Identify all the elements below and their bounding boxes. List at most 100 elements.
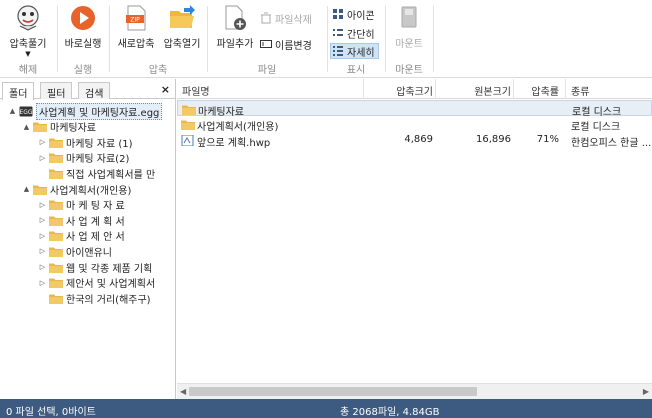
disk-icon [401, 6, 417, 28]
scrollbar-thumb[interactable] [189, 387, 477, 396]
group-label-archive: 압축 [148, 65, 168, 76]
folder-icon [49, 216, 63, 226]
rename-button[interactable]: 이름변경 [260, 36, 312, 52]
file-row[interactable]: 앞으로 계획.hwp 4,869 16,896 71% 한컴오피스 한글 ... [177, 132, 652, 149]
hwp-document-icon [181, 135, 194, 146]
add-file-button[interactable]: 파일추가 [212, 4, 258, 60]
group-file: 파일추가 파일삭제 이름변경 파일 [208, 0, 326, 78]
new-archive-button[interactable]: ZIP 새로압축 [114, 4, 158, 60]
column-header-ratio[interactable]: 압축률 [521, 83, 559, 98]
expanded-toggle-icon[interactable]: ▲ [22, 123, 31, 131]
tree-item-label: 마케팅 자료(2) [66, 154, 130, 166]
mount-label: 마운트 [395, 39, 423, 50]
view-details-button[interactable]: 자세히 [330, 43, 379, 59]
tree-item-label: 사 업 제 안 서 [66, 232, 125, 244]
tree-item[interactable]: ▷ 제안서 및 사업계획서 [38, 275, 155, 291]
folder-icon [33, 122, 47, 133]
delete-file-label: 파일삭제 [275, 14, 312, 26]
view-icons-button[interactable]: 아이콘 [332, 6, 375, 22]
tab-folder[interactable]: 폴더 [2, 82, 35, 100]
ribbon-toolbar: 압축풀기 ▼ 해제 바로실행 실행 ZIP 새로압축 압축열기 압축 파일추가 … [0, 0, 652, 78]
tree-item[interactable]: ▷ 마케팅 자료(2) [38, 150, 129, 166]
file-packed-size: 4,869 [404, 134, 433, 145]
column-divider[interactable] [435, 79, 436, 99]
column-divider[interactable] [565, 79, 566, 99]
folder-icon [182, 105, 196, 115]
file-list-header: 파일명 압축크기 원본크기 압축률 종류 [177, 79, 652, 99]
group-archive: ZIP 새로압축 압축열기 압축 [110, 0, 206, 78]
column-header-packed[interactable]: 압축크기 [389, 83, 433, 98]
folder-icon [49, 294, 63, 304]
rename-label: 이름변경 [275, 40, 312, 52]
collapsed-toggle-icon[interactable]: ▷ [38, 263, 47, 271]
collapsed-toggle-icon[interactable]: ▷ [38, 216, 47, 224]
column-header-original[interactable]: 원본크기 [465, 83, 511, 98]
status-total: 총 2068파일, 4.84GB [340, 407, 440, 418]
egg-archive-icon: EGG [19, 106, 33, 116]
tree-item[interactable]: 한국의 거리(해주구) [38, 290, 151, 306]
collapsed-toggle-icon[interactable]: ▷ [38, 201, 47, 209]
scroll-right-icon[interactable]: ▶ [643, 387, 649, 396]
open-archive-button[interactable]: 압축열기 [160, 4, 204, 60]
folder-icon [49, 247, 63, 257]
tree-item[interactable]: 직접 사업계획서를 만 [38, 165, 155, 181]
add-file-icon [225, 5, 246, 30]
tree-item[interactable]: ▷ 사 업 제 안 서 [38, 228, 125, 244]
file-ratio: 71% [536, 134, 559, 145]
run-button[interactable]: 바로실행 [60, 4, 106, 60]
expanded-toggle-icon[interactable]: ▲ [22, 185, 31, 193]
svg-text:EGG: EGG [19, 109, 32, 116]
tree-item-label: 직접 사업계획서를 만 [66, 169, 156, 181]
group-mount: 마운트 마운트 [386, 0, 432, 78]
tree-item[interactable]: ▷ 웹 및 각종 제품 기획 [38, 259, 152, 275]
tree-item[interactable]: ▷ 마케팅 자료 (1) [38, 134, 133, 150]
tab-search[interactable]: 검색 [78, 82, 111, 100]
collapsed-toggle-icon[interactable]: ▷ [38, 232, 47, 240]
folder-icon [49, 231, 63, 242]
list-icon [333, 29, 343, 36]
extract-button[interactable]: 압축풀기 ▼ [4, 4, 52, 60]
collapsed-toggle-icon[interactable]: ▷ [38, 279, 47, 287]
file-kind: 로컬 디스크 [571, 122, 621, 133]
tree-item[interactable]: ▲ 사업계획서(개인용) [22, 181, 131, 197]
tree-item[interactable]: ▷ 사 업 계 획 서 [38, 212, 125, 228]
details-icon [333, 46, 343, 56]
column-header-kind[interactable]: 종류 [571, 83, 589, 98]
file-row[interactable]: 사업계획서(개인용) 로컬 디스크 [177, 116, 652, 133]
tab-filter[interactable]: 필터 [40, 82, 73, 100]
collapsed-toggle-icon[interactable]: ▷ [38, 247, 47, 255]
view-list-label: 간단히 [347, 29, 375, 41]
scroll-left-icon[interactable]: ◀ [180, 387, 186, 396]
tree-item-label: 마케팅 자료 (1) [66, 138, 133, 150]
column-header-name[interactable]: 파일명 [182, 83, 210, 98]
tree-item[interactable]: ▲ 마케팅자료 [22, 119, 96, 135]
new-archive-label: 새로압축 [117, 39, 155, 50]
column-divider[interactable] [513, 79, 514, 99]
folder-icon [49, 200, 63, 211]
view-list-button[interactable]: 간단히 [332, 25, 375, 41]
file-row[interactable]: 마케팅자료 로컬 디스크 [177, 100, 652, 118]
tree-item[interactable]: ▷ 마 케 팅 자 료 [38, 197, 125, 213]
folder-icon [49, 278, 63, 289]
folder-icon [33, 185, 47, 195]
tree-item[interactable]: ▷ 아이앤유니 [38, 243, 112, 259]
column-divider[interactable] [363, 79, 364, 99]
tree-item-label: 아이앤유니 [66, 247, 112, 259]
delete-file-button[interactable]: 파일삭제 [260, 10, 312, 26]
tree-item-label: 웹 및 각종 제품 기획 [66, 263, 153, 275]
mount-button[interactable]: 마운트 [388, 4, 430, 60]
folder-open-icon [170, 5, 195, 28]
tree-item-label: 사업계획 및 마케팅자료.egg [36, 102, 163, 120]
expanded-toggle-icon[interactable]: ▲ [8, 107, 17, 115]
tree-item[interactable]: ▲ EGG 사업계획 및 마케팅자료.egg [8, 102, 163, 120]
file-original-size: 16,896 [476, 134, 511, 145]
file-list: 파일명 압축크기 원본크기 압축률 종류 마케팅자료 로컬 디스크 사업계획서(개인… [177, 79, 652, 399]
collapsed-toggle-icon[interactable]: ▷ [38, 138, 47, 146]
svg-text:ZIP: ZIP [130, 17, 140, 24]
horizontal-scrollbar[interactable]: ◀ ▶ [177, 383, 652, 399]
close-panel-icon[interactable]: × [161, 83, 170, 96]
tree-item-label: 사업계획서(개인용) [50, 185, 132, 197]
status-selection: 0 파일 선택, 0바이트 [6, 407, 96, 418]
collapsed-toggle-icon[interactable]: ▷ [38, 154, 47, 162]
group-run: 바로실행 실행 [58, 0, 108, 78]
